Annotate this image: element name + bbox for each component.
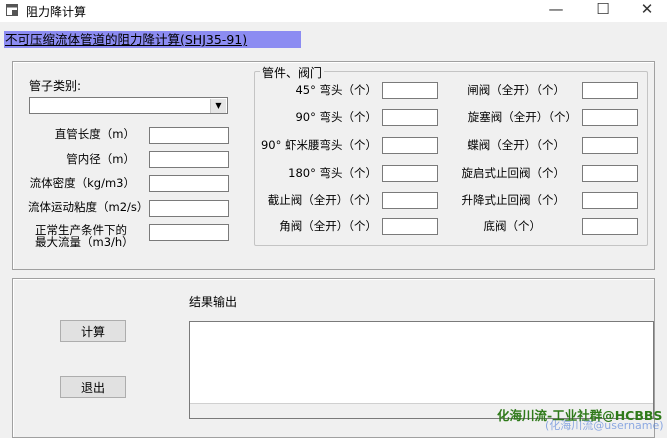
max-flow-label: 正常生产条件下的 最大流量（m3/h） — [35, 224, 134, 248]
gate-valve-input[interactable] — [582, 82, 638, 99]
result-output-label: 结果输出 — [189, 295, 238, 309]
globe-valve-input[interactable] — [382, 192, 438, 209]
gate-valve-label: 闸阀（全开）（个） — [467, 83, 565, 97]
lift-check-valve-label: 升降式止回阀（个） — [461, 193, 566, 207]
inner-diameter-label: 管内径（m） — [66, 152, 135, 166]
mitre-elbow-90-input[interactable] — [382, 137, 438, 154]
fluid-density-label: 流体密度（kg/m3） — [29, 176, 135, 190]
title-bar[interactable]: 阻力降计算 — ☐ ✕ — [0, 0, 667, 22]
swing-check-valve-label: 旋启式止回阀（个） — [461, 166, 566, 180]
chevron-down-icon[interactable]: ▼ — [210, 99, 226, 113]
app-icon — [6, 4, 18, 16]
foot-valve-label: 底阀（个） — [483, 219, 542, 233]
fluid-density-input[interactable] — [149, 175, 229, 192]
pipe-type-select[interactable]: ▼ — [29, 97, 228, 114]
elbow-180-input[interactable] — [382, 165, 438, 182]
plug-valve-label: 旋塞阀（全开）（个） — [467, 110, 577, 124]
mitre-elbow-90-label: 90° 虾米腰弯头（个） — [260, 138, 377, 152]
pipe-length-label: 直管长度（m） — [54, 127, 135, 141]
max-flow-label-line2: 最大流量（m3/h） — [35, 235, 134, 249]
angle-valve-label: 角阀（全开）（个） — [279, 219, 377, 233]
input-panel: 管子类别: ▼ 直管长度（m） 管内径（m） 流体密度（kg/m3） 流体运动粘… — [12, 61, 655, 270]
angle-valve-input[interactable] — [382, 218, 438, 235]
globe-valve-label: 截止阀（全开）（个） — [267, 193, 377, 207]
calculate-button[interactable]: 计算 — [60, 320, 126, 342]
fittings-valves-group: 管件、阀门 45° 弯头（个） 90° 弯头（个） 90° 虾米腰弯头（个） 1… — [254, 64, 648, 246]
elbow-45-input[interactable] — [382, 82, 438, 99]
elbow-45-label: 45° 弯头（个） — [295, 83, 377, 97]
inner-diameter-input[interactable] — [149, 151, 229, 168]
maximize-button[interactable]: ☐ — [584, 0, 622, 20]
lift-check-valve-input[interactable] — [582, 192, 638, 209]
plug-valve-input[interactable] — [582, 109, 638, 126]
elbow-90-label: 90° 弯头（个） — [295, 110, 377, 124]
minimize-button[interactable]: — — [537, 0, 575, 20]
fittings-group-title: 管件、阀门 — [260, 64, 325, 81]
kinematic-viscosity-input[interactable] — [149, 200, 229, 217]
window-title: 阻力降计算 — [26, 5, 87, 19]
exit-button[interactable]: 退出 — [60, 376, 126, 398]
swing-check-valve-input[interactable] — [582, 165, 638, 182]
page-heading-banner: 不可压缩流体管道的阻力降计算(SHJ35-91) — [4, 31, 301, 48]
max-flow-input[interactable] — [149, 224, 229, 241]
kinematic-viscosity-label: 流体运动粘度（m2/s） — [28, 200, 149, 214]
foot-valve-input[interactable] — [582, 218, 638, 235]
close-button[interactable]: ✕ — [628, 0, 666, 20]
elbow-90-input[interactable] — [382, 109, 438, 126]
pipe-type-label: 管子类别: — [29, 79, 82, 93]
pipe-length-input[interactable] — [149, 127, 229, 144]
butterfly-valve-input[interactable] — [582, 137, 638, 154]
elbow-180-label: 180° 弯头（个） — [288, 166, 377, 180]
butterfly-valve-label: 蝶阀（全开）（个） — [467, 138, 565, 152]
